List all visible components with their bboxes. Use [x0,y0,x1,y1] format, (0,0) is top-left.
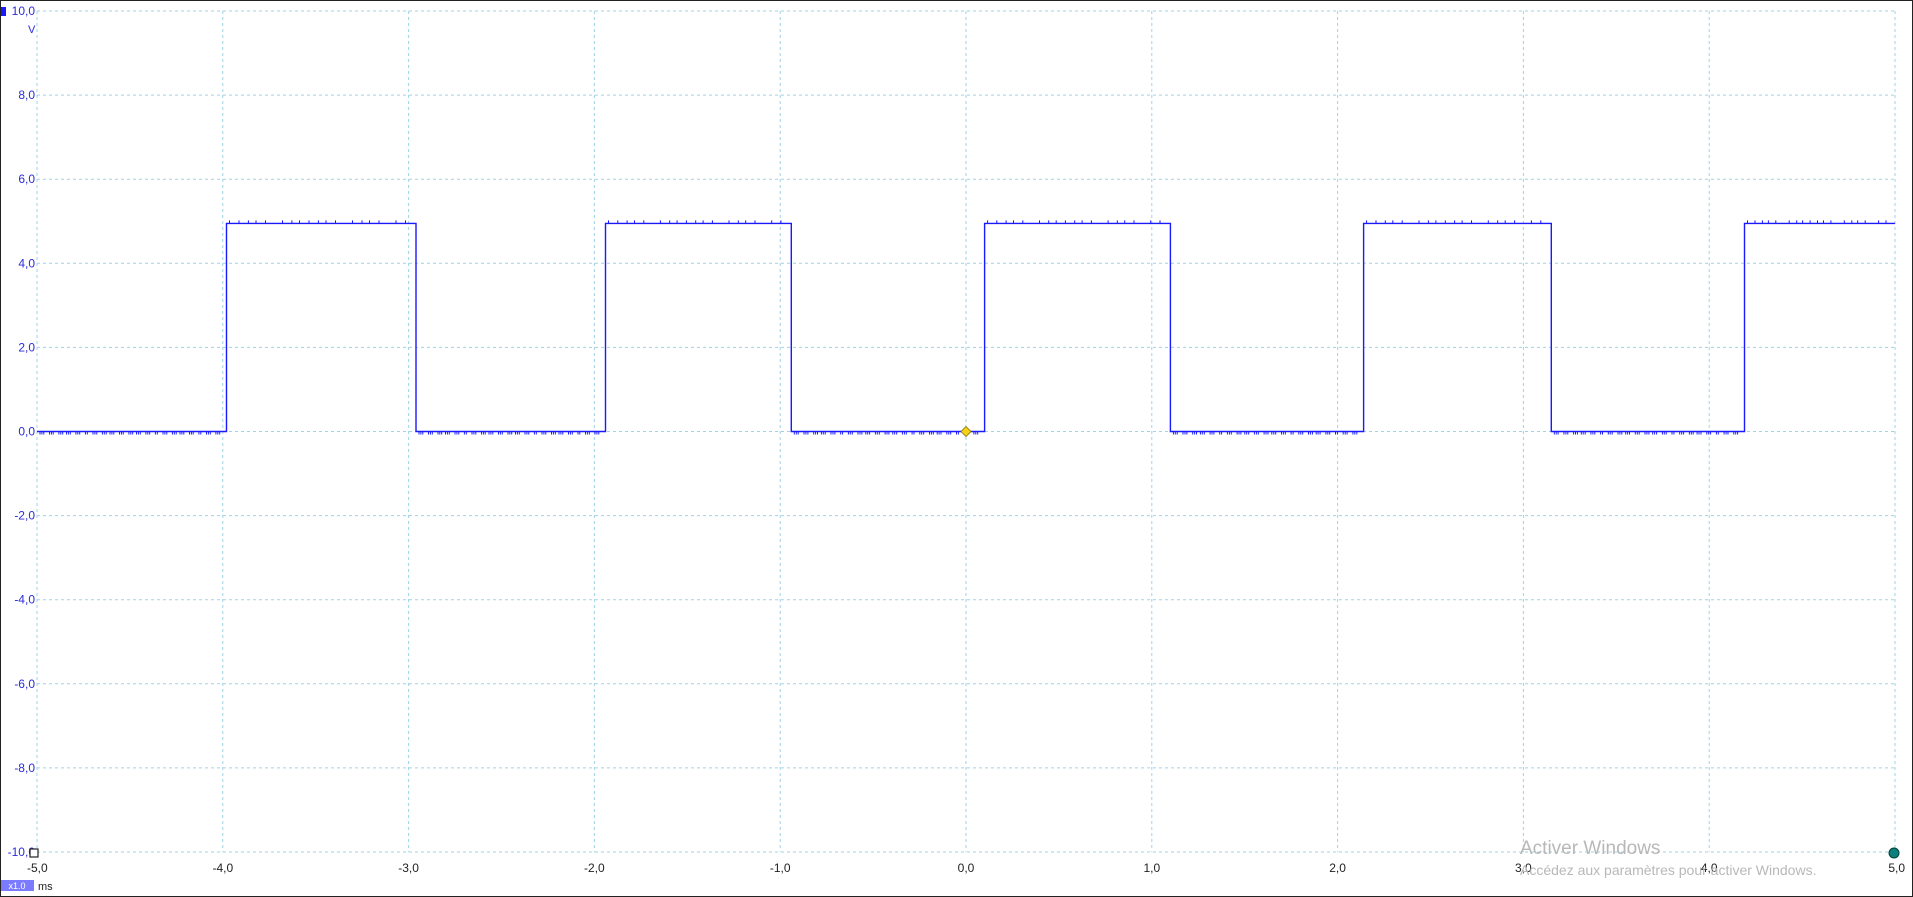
plot-background [0,0,1913,897]
x-unit-label: ms [38,881,53,893]
y-tick-label: 8,0 [18,88,35,102]
x-tick-label: -2,0 [584,861,605,875]
activation-watermark-text: Accédez aux paramètres pour activer Wind… [1520,862,1816,878]
y-tick-label: -6,0 [14,677,35,691]
activation-watermark-title: Activer Windows [1520,838,1660,859]
time-reference-marker[interactable] [1888,847,1900,859]
x-tick-label: -5,0 [27,861,48,875]
x-tick-label: 0,0 [958,861,975,875]
y-tick-label: 6,0 [18,172,35,186]
y-tick-label: 0,0 [18,425,35,439]
x-tick-label: 2,0 [1329,861,1346,875]
y-tick-label: 2,0 [18,340,35,354]
y-tick-label: 4,0 [18,256,35,270]
oscilloscope-plot[interactable]: 10,08,06,04,02,00,0-2,0-4,0-6,0-8,0-10,0… [0,0,1913,897]
x-tick-label: 1,0 [1143,861,1160,875]
y-tick-label: -8,0 [14,761,35,775]
y-tick-label: -2,0 [14,509,35,523]
y-unit-label: V [28,24,36,36]
x-tick-label: -1,0 [770,861,791,875]
y-tick-label: -4,0 [14,593,35,607]
y-tick-label: 10,0 [12,4,36,18]
x-tick-label: -4,0 [212,861,233,875]
axis-origin-handle[interactable] [29,848,39,858]
x-tick-label: -3,0 [398,861,419,875]
zoom-label: x1.0 [8,881,25,891]
x-tick-label: 5,0 [1888,861,1905,875]
